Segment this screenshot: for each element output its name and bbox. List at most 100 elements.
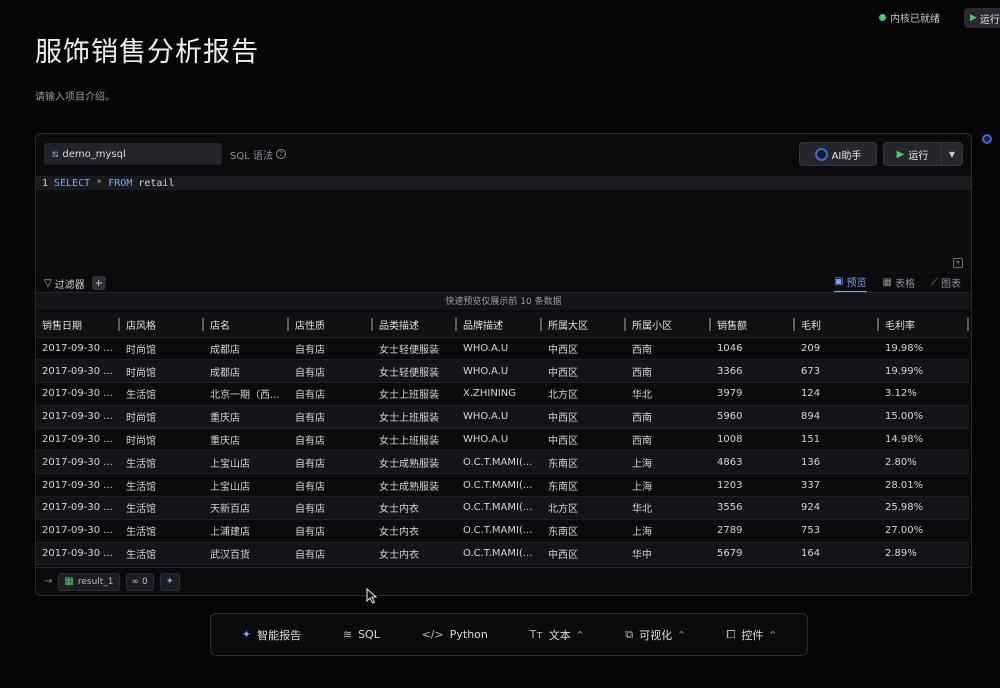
magic-wand-icon: ✦	[241, 628, 252, 641]
table-cell: 自有店	[289, 519, 373, 543]
table-cell: 5960	[711, 405, 795, 429]
table-cell: 19.98%	[879, 337, 969, 361]
format-icon[interactable]: ⌗	[953, 258, 963, 268]
status-dot-icon	[879, 14, 886, 21]
table-cell: 2017-09-30 ...	[36, 542, 120, 566]
link-count-chip[interactable]: ∞ 0	[125, 572, 154, 591]
visibility-toggle-icon[interactable]	[982, 134, 992, 144]
database-select[interactable]: ⧅ demo_mysql	[44, 143, 222, 165]
run-cell-button[interactable]: ▶ 运行	[883, 142, 941, 166]
table-row[interactable]: 2017-09-30 ... 生活馆 上宝山店 自有店 女士成熟服装 O.C.T.MAMI…	[36, 450, 969, 475]
table-row[interactable]: 2017-09-30 ... 生活馆 上宝山店 自有店 女士成熟服装 O.C.T.MAMI…	[36, 473, 969, 498]
table-cell: 2017-09-30 ...	[36, 473, 120, 498]
table-cell: 2017-09-30 ...	[36, 428, 120, 452]
column-header[interactable]: 所属大区	[542, 312, 626, 338]
add-smart-report-button[interactable]: ✦ 智能报告	[242, 627, 301, 643]
database-name: demo_mysql	[62, 148, 126, 160]
sql-cell: ⧅ demo_mysql SQL 语法 ? AI助手 ▶ 运行 ▼ 1 SELE…	[35, 133, 972, 596]
add-filter-icon[interactable]: +	[91, 276, 106, 290]
tab-table[interactable]: ▦ 表格	[883, 274, 915, 292]
table-row[interactable]: 2017-09-30 ... 时尚馆 成都店 自有店 女士轻便服装 WHO.A.U 中西区西…	[36, 337, 969, 361]
add-sql-button[interactable]: ≋ SQL	[343, 628, 380, 641]
table-cell: 时尚馆	[120, 337, 204, 361]
table-row[interactable]: 2017-09-30 ... 生活馆 上浦建店 自有店 女士内衣 O.C.T.MAMI(.…	[36, 519, 969, 543]
table-cell: 3366	[711, 359, 795, 384]
column-header-label: 毛利率	[885, 320, 915, 332]
result-variable-chip[interactable]: ▦ result_1	[58, 572, 120, 591]
run-all-label: 运行	[979, 14, 1000, 26]
column-header[interactable]: 毛利	[795, 312, 879, 338]
result-table: 销售日期 店风格 店名 店性质 品类描述 品牌描述 所属大区 所属小区 销售额 毛利 毛利率 201…	[36, 312, 969, 566]
run-all-button[interactable]: ▶ 运行	[964, 8, 1000, 28]
table-cell: 中西区	[542, 428, 626, 452]
table-cell: 2789	[711, 519, 795, 543]
column-header[interactable]: 销售额	[711, 312, 795, 338]
run-options-dropdown[interactable]: ▼	[941, 142, 963, 166]
table-cell: 15.00%	[879, 405, 969, 429]
table-cell: 生活馆	[120, 542, 204, 566]
table-cell: 华北	[626, 496, 711, 520]
visualization-icon: ⧉	[625, 627, 634, 641]
column-header[interactable]: 品牌描述	[457, 312, 542, 338]
table-cell: 中西区	[542, 542, 626, 566]
table-row[interactable]: 2017-09-30 ... 生活馆 武汉百货 自有店 女士内衣 O.C.T.MAMI(.…	[36, 542, 969, 566]
code-keyword-select: SELECT	[54, 177, 91, 189]
table-cell: 2017-09-30 ...	[36, 359, 120, 384]
table-cell: 27.00%	[879, 519, 969, 543]
table-row[interactable]: 2017-09-30 ... 生活馆 天新百店 自有店 女士内衣 O.C.T.MAMI(.…	[36, 496, 969, 520]
chevron-up-icon: ^	[678, 630, 685, 639]
sql-editor[interactable]: 1 SELECT * FROM retail ⌗	[36, 174, 971, 274]
column-header[interactable]: 所属小区	[626, 312, 711, 338]
tab-preview[interactable]: ▣ 预览	[834, 274, 867, 292]
filter-button[interactable]: ▽ 过滤器 +	[44, 276, 106, 291]
table-cell: O.C.T.MAMI(...	[457, 473, 542, 498]
column-header[interactable]: 店风格	[120, 312, 204, 338]
project-intro[interactable]: 请输入项目介绍。	[35, 88, 115, 103]
column-header-label: 店风格	[126, 320, 156, 332]
table-cell: 生活馆	[120, 382, 204, 406]
table-cell: WHO.A.U	[457, 337, 542, 361]
table-row[interactable]: 2017-09-30 ... 时尚馆 成都店 自有店 女士轻便服装 WHO.A.U 中西区西…	[36, 359, 969, 384]
table-cell: 中西区	[542, 359, 626, 384]
column-header[interactable]: 毛利率	[879, 312, 969, 338]
add-widget-button[interactable]: ⧠ 控件 ^	[727, 627, 777, 643]
text-icon: Tт	[529, 628, 543, 641]
column-header[interactable]: 销售日期	[36, 312, 120, 338]
table-cell: 上海	[626, 450, 711, 475]
kernel-status: 内核已就绪	[879, 10, 940, 25]
table-row[interactable]: 2017-09-30 ... 生活馆 北京一期（西... 自有店 女士上班服装 X.ZHI…	[36, 382, 969, 406]
table-cell: 北方区	[542, 382, 626, 406]
ai-assistant-button[interactable]: AI助手	[799, 142, 877, 166]
table-row[interactable]: 2017-09-30 ... 时尚馆 重庆店 自有店 女士上班服装 WHO.A.U 中西区西…	[36, 428, 969, 452]
add-python-button[interactable]: </> Python	[422, 628, 488, 641]
table-cell: 673	[795, 359, 879, 384]
filter-icon: ▽	[44, 277, 52, 289]
column-header[interactable]: 店性质	[289, 312, 373, 338]
column-resize-handle[interactable]	[967, 318, 969, 331]
table-cell: 生活馆	[120, 450, 204, 475]
table-cell: WHO.A.U	[457, 405, 542, 429]
preview-icon: ▣	[834, 276, 844, 287]
add-visualization-button[interactable]: ⧉ 可视化 ^	[625, 627, 685, 643]
table-row[interactable]: 2017-09-30 ... 时尚馆 重庆店 自有店 女士上班服装 WHO.A.U 中西区西…	[36, 405, 969, 429]
add-text-button[interactable]: Tт 文本 ^	[530, 627, 584, 643]
cell-footer: → ▦ result_1 ∞ 0 ✦	[36, 567, 971, 595]
table-cell: 1008	[711, 428, 795, 452]
sql-syntax-help[interactable]: SQL 语法 ?	[230, 147, 286, 162]
tab-chart[interactable]: ⟋ 图表	[931, 274, 961, 292]
magic-wand-icon[interactable]: ✦	[159, 572, 180, 591]
code-operator: *	[96, 177, 103, 189]
mouse-cursor-icon	[366, 588, 378, 604]
code-keyword-from: FROM	[108, 177, 133, 189]
code-line[interactable]: 1 SELECT * FROM retail	[36, 176, 971, 190]
column-header[interactable]: 品类描述	[373, 312, 457, 338]
page-title[interactable]: 服饰销售分析报告	[35, 30, 259, 69]
table-cell: 重庆店	[204, 428, 289, 452]
table-cell: 28.01%	[879, 473, 969, 498]
tab-preview-label: 预览	[846, 278, 867, 289]
preview-note: 快速预览仅展示前 10 条数据	[36, 292, 971, 310]
table-cell: 2.89%	[879, 542, 969, 566]
database-icon: ⧅	[52, 148, 59, 160]
column-header[interactable]: 店名	[204, 312, 289, 338]
table-cell: 女士轻便服装	[373, 359, 457, 384]
